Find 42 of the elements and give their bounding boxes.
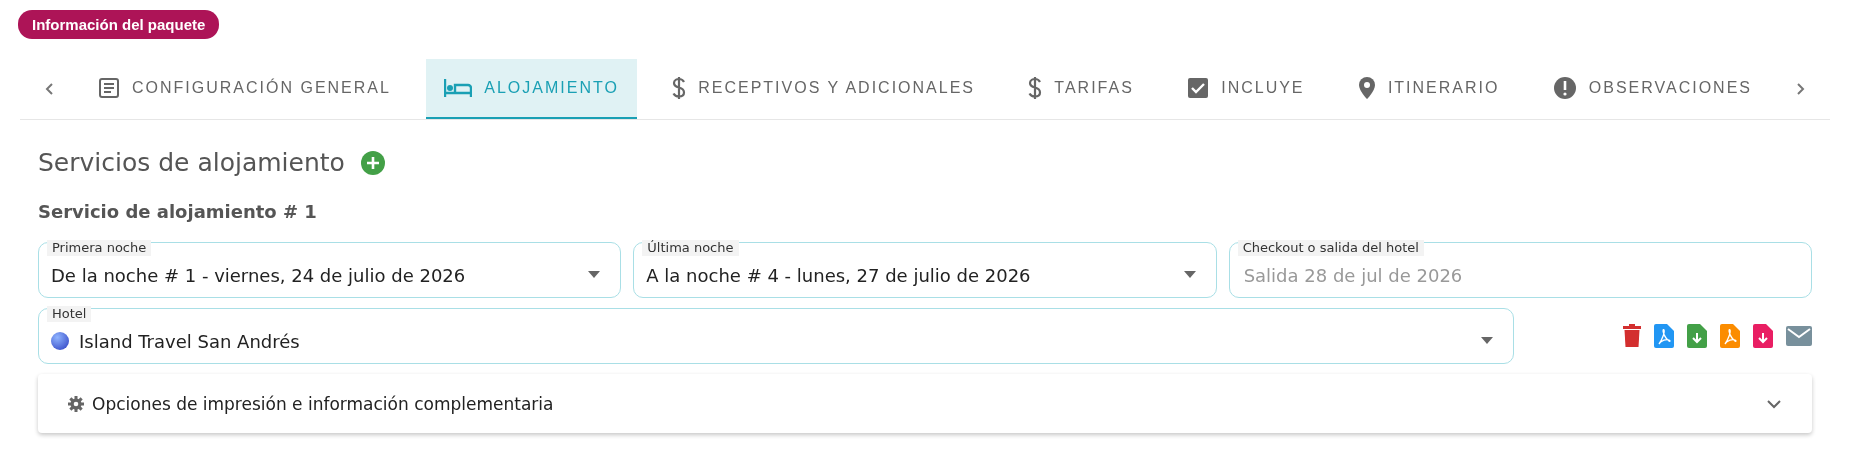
panel-title: Opciones de impresión e información complementaria	[92, 393, 555, 414]
field-value: De la noche # 1 - viernes, 24 de julio de 2026	[51, 264, 466, 286]
file-download-icon[interactable]	[1687, 324, 1707, 348]
pdf-file-icon[interactable]	[1654, 324, 1674, 348]
field-value: Island Travel San Andrés	[79, 330, 300, 352]
field-value: A la noche # 4 - lunes, 27 de julio de 2026	[646, 264, 1031, 286]
file-download-icon[interactable]	[1753, 324, 1773, 348]
globe-icon	[51, 332, 69, 350]
tab[interactable]: CONFIGURACIÓN GENERAL	[80, 59, 409, 119]
pdf-file-icon[interactable]	[1720, 324, 1740, 348]
document-icon	[98, 77, 120, 99]
tab[interactable]: RECEPTIVOS Y ADICIONALES	[654, 59, 994, 119]
add-icon[interactable]	[360, 150, 385, 175]
dollar-icon	[672, 76, 687, 100]
mail-icon[interactable]	[1786, 326, 1812, 346]
text-field[interactable]: Checkout o salida del hotel Salida 28 de jul de 2026	[1228, 242, 1812, 298]
tab[interactable]: TARIFAS	[1010, 59, 1152, 119]
select-field[interactable]: Hotel Island Travel San Andrés	[38, 308, 1514, 364]
exclamation-icon	[1552, 76, 1577, 100]
field-label: Primera noche	[47, 240, 152, 256]
caret-icon	[1481, 337, 1493, 344]
map-pin-icon	[1357, 76, 1376, 100]
service-title: Servicio de alojamiento # 1	[38, 201, 318, 222]
caret-icon	[1183, 271, 1196, 278]
tab[interactable]: ITINERARIO	[1339, 59, 1518, 119]
tab[interactable]: INCLUYE	[1169, 59, 1323, 119]
tab[interactable]: OBSERVACIONES	[1534, 59, 1770, 119]
badge: Información del paquete	[18, 10, 220, 39]
select-field[interactable]: Última noche A la noche # 4 - lunes, 27 de julio de 2026	[633, 242, 1217, 298]
checkbox-icon	[1187, 77, 1210, 99]
section-title: Servicios de alojamiento	[38, 148, 345, 177]
gear-icon	[68, 395, 84, 412]
bed-icon	[444, 78, 473, 98]
field-label: Hotel	[47, 306, 92, 322]
select-field[interactable]: Primera noche De la noche # 1 - viernes, 24 de julio de 2026	[38, 242, 622, 298]
dollar-icon	[1028, 76, 1043, 100]
field-label: Última noche	[642, 240, 739, 256]
field-label: Checkout o salida del hotel	[1237, 240, 1424, 256]
expansion-panel[interactable]: Opciones de impresión e información complementaria	[38, 374, 1812, 433]
caret-icon	[588, 271, 601, 278]
input-field[interactable]: Salida 28 de jul de 2026	[1241, 263, 1781, 287]
trash-icon[interactable]	[1623, 324, 1641, 348]
